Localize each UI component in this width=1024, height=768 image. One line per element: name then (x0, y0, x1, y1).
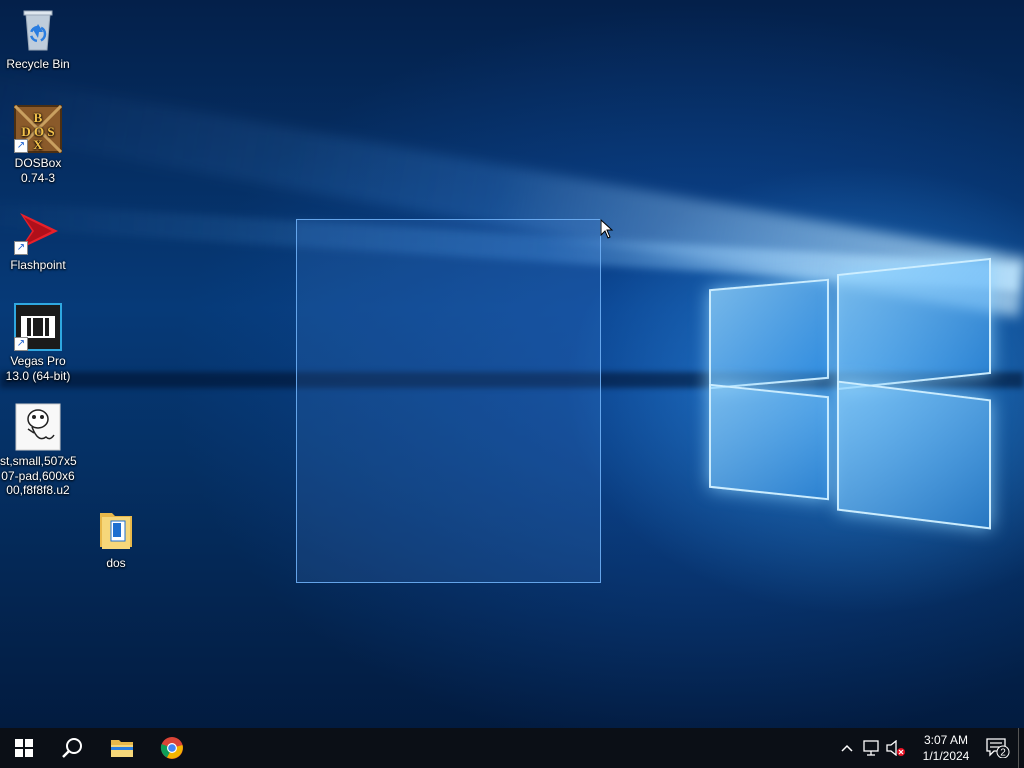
vegas-pro-icon: ↗ (14, 303, 62, 351)
desktop-icon-flashpoint[interactable]: ↗ Flashpoint (0, 207, 76, 273)
desktop-icon-label: Flashpoint (10, 258, 66, 272)
svg-text:X: X (33, 137, 43, 152)
chevron-up-icon (841, 744, 853, 752)
chrome-icon (160, 737, 183, 759)
folder-icon (92, 505, 140, 553)
windows-logo-wallpaper (700, 240, 1000, 540)
flashpoint-icon: ↗ (14, 207, 62, 255)
desktop-icon-label: dos (106, 556, 126, 570)
file-explorer-icon (111, 740, 133, 757)
logo-pane (837, 380, 991, 530)
clock-button[interactable]: 3:07 AM 1/1/2024 (910, 728, 982, 768)
desktop-icon-label: DOSBox 0.74-3 (14, 156, 62, 185)
desktop[interactable]: Recycle Bin B D O S X ↗ DOSBox 0.74-3 ↗ … (0, 0, 1024, 728)
desktop-icon-label: Vegas Pro 13.0 (64-bit) (5, 354, 71, 383)
mouse-cursor-icon (600, 219, 614, 239)
desktop-icon-label: st,small,507x5 07-pad,600x6 00,f8f8f8.u2 (0, 454, 77, 497)
image-thumbnail-icon (14, 403, 62, 451)
volume-button[interactable] (884, 728, 908, 768)
start-button[interactable] (0, 728, 48, 768)
recycle-bin-icon (14, 6, 62, 54)
volume-muted-icon (886, 740, 905, 756)
desktop-icon-label: Recycle Bin (6, 57, 70, 71)
logo-pane (709, 383, 829, 501)
notification-icon: 2 (986, 738, 1010, 758)
network-button[interactable] (860, 728, 884, 768)
shortcut-arrow-icon: ↗ (14, 337, 28, 351)
file-explorer-button[interactable] (98, 728, 146, 768)
logo-pane (837, 257, 991, 391)
shortcut-arrow-icon: ↗ (14, 139, 28, 153)
show-hidden-icons-button[interactable] (836, 728, 858, 768)
search-button[interactable] (48, 728, 96, 768)
desktop-icon-recycle-bin[interactable]: Recycle Bin (0, 6, 76, 72)
clock-time: 3:07 AM (923, 733, 969, 747)
logo-pane (709, 278, 829, 390)
chrome-button[interactable] (148, 728, 196, 768)
search-icon (62, 738, 82, 758)
clock-date: 1/1/2024 (922, 749, 970, 763)
shortcut-arrow-icon: ↗ (14, 241, 28, 255)
taskbar: 3:07 AM 1/1/2024 2 (0, 728, 1024, 768)
desktop-icon-image-file[interactable]: st,small,507x5 07-pad,600x6 00,f8f8f8.u2 (0, 403, 77, 498)
notification-count: 2 (1000, 748, 1006, 759)
network-icon (863, 740, 879, 756)
selection-rectangle (296, 219, 601, 583)
action-center-button[interactable]: 2 (980, 728, 1016, 768)
desktop-icon-dos-folder[interactable]: dos (78, 505, 154, 571)
dosbox-icon: B D O S X ↗ (13, 104, 63, 154)
show-desktop-button[interactable] (1018, 728, 1024, 768)
desktop-icon-vegas-pro[interactable]: ↗ Vegas Pro 13.0 (64-bit) (0, 303, 76, 383)
desktop-icon-dosbox[interactable]: B D O S X ↗ DOSBox 0.74-3 (0, 104, 76, 185)
svg-text:B: B (34, 110, 43, 125)
windows-start-icon (15, 739, 33, 757)
